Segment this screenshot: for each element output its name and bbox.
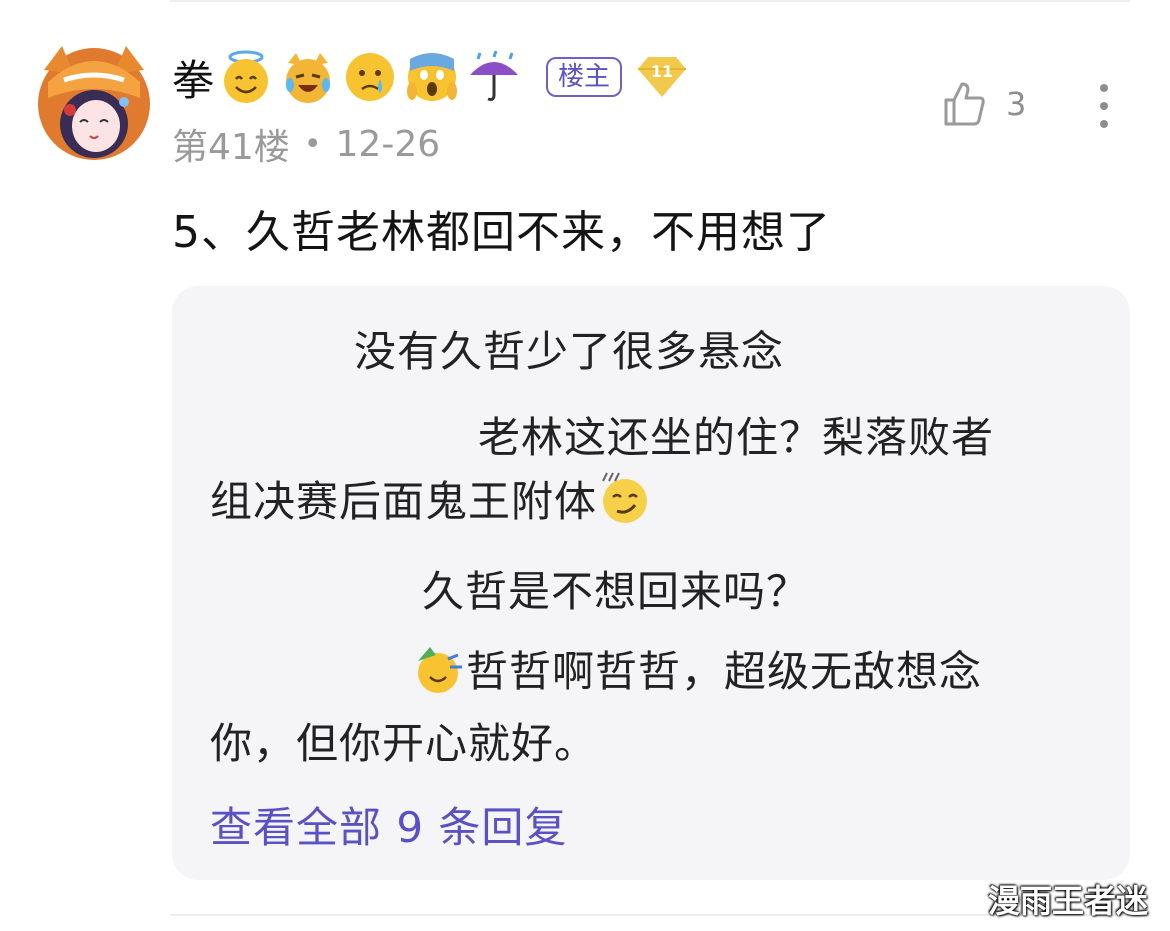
party-popper-emoji-icon: [418, 646, 462, 693]
reply-text: 老林这还坐的住？梨落败者: [478, 413, 995, 462]
replies-preview[interactable]: 没有久哲少了很多悬念 老林这还坐的住？梨落败者 组决赛后面鬼王附体 久哲是不想回…: [172, 286, 1130, 880]
reply-text: 组决赛后面鬼王附体: [210, 477, 598, 526]
bottom-divider: [170, 914, 1130, 916]
comment-date: 12-26: [335, 123, 441, 165]
floor-number: 第41楼: [172, 127, 290, 168]
like-count: 3: [1006, 85, 1027, 123]
screaming-emoji-icon: [407, 53, 458, 101]
view-all-replies-link[interactable]: 查看全部 9 条回复: [210, 794, 567, 855]
reply-line: 组决赛后面鬼王附体: [210, 468, 653, 529]
thumbs-up-icon: [944, 82, 985, 126]
joy-cat-emoji-icon: [286, 53, 331, 103]
avatar[interactable]: [34, 40, 154, 162]
author-name[interactable]: 拳: [172, 47, 214, 108]
reply-text: 哲哲啊哲哲，超级无敌想念: [466, 647, 983, 696]
reply-text: 你，但你开心就好。: [210, 719, 598, 768]
comment-body: 5、久哲老林都回不来，不用想了: [172, 207, 831, 258]
op-badge: 楼主: [546, 57, 623, 97]
crying-emoji-icon: [346, 53, 395, 101]
reply-text: 久哲是不想回来吗？: [422, 567, 810, 616]
reply-line: 老林这还坐的住？梨落败者: [478, 404, 994, 465]
like-button[interactable]: 3: [940, 80, 1026, 128]
level-badge-icon: 11: [638, 57, 687, 97]
halo-smile-emoji-icon: [224, 50, 269, 103]
level-number: 11: [651, 62, 673, 81]
watermark: 漫雨王者迷: [988, 882, 1149, 920]
smug-emoji-icon: [602, 472, 648, 523]
top-divider: [170, 0, 1130, 2]
reply-line: 你，但你开心就好。: [210, 710, 597, 771]
more-options-icon[interactable]: [1092, 82, 1116, 134]
reply-line: 久哲是不想回来吗？: [422, 558, 809, 619]
comment-meta: 第41楼 • 12-26: [172, 118, 440, 170]
reply-text: 没有久哲少了很多悬念: [354, 327, 785, 376]
author-row: 拳 楼主 11: [172, 42, 690, 112]
reply-line: 哲哲啊哲哲，超级无敌想念: [410, 638, 982, 699]
reply-line: 没有久哲少了很多悬念: [354, 318, 784, 379]
meta-separator: •: [303, 126, 322, 162]
umbrella-rain-emoji-icon: [470, 50, 519, 101]
